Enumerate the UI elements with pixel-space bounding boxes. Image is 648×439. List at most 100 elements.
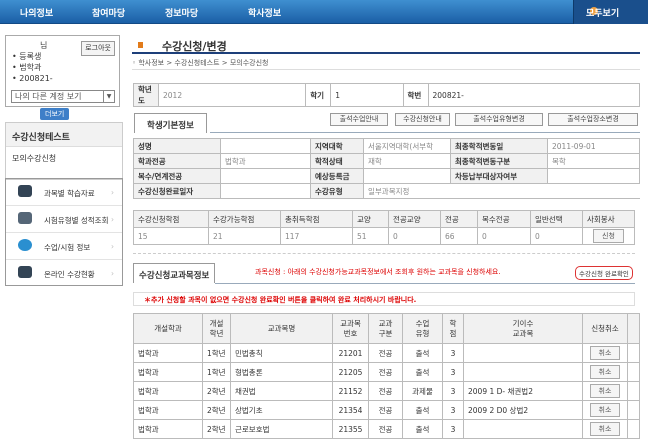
course-header: 학점 <box>442 313 464 344</box>
tab-divider <box>210 132 640 133</box>
course-cell: 3 <box>442 362 464 382</box>
info-value <box>547 168 640 184</box>
button-registration-guide[interactable]: 수강신청안내 <box>395 113 450 126</box>
term-table: 학년도 2012 학기 1 학번 200821- <box>133 83 640 107</box>
info-row: 학과전공 법학과 학적상태 재학 최종학적변동구분 복학 <box>133 153 640 169</box>
course-row: 법학과 1학년 형법총론 21205 전공 출석 3 취소 <box>133 362 640 382</box>
course-cell: 과제물 <box>402 381 443 401</box>
course-row: 법학과 2학년 채권법 21152 전공 과제물 3 2009 1 D- 채권법2 취소 <box>133 381 640 401</box>
chevron-down-icon: ▼ <box>103 91 114 102</box>
menu-online-status[interactable]: 온라인 수강현황 › <box>6 260 122 287</box>
course-cell: 전공 <box>368 362 403 382</box>
account-select[interactable]: 나의 다른 계정 보기 ▼ <box>11 90 115 103</box>
info-label: 수강신청완료일자 <box>133 183 221 199</box>
credit-header: 사회봉사 <box>582 210 635 228</box>
credit-header: 복수전공 <box>477 210 531 228</box>
course-header: 교과목명 <box>230 313 333 344</box>
course-cell: 전공 <box>368 381 403 401</box>
student-info-table: 성명 지역대학 서울지역대학(서부학 최종학적변동일 2011-09-01 학과전공 법학과… <box>133 138 640 199</box>
nav-info[interactable]: 정보마당 <box>165 6 198 19</box>
cancel-cell: 취소 <box>582 362 628 382</box>
view-all-label: 모두보기 <box>586 9 620 19</box>
course-header: 교과 구분 <box>368 313 403 344</box>
credit-header: 수강가능학점 <box>208 210 281 228</box>
course-cell: 2학년 <box>202 381 231 401</box>
course-cell: 3 <box>442 381 464 401</box>
course-row: 법학과 2학년 근로보호법 21355 전공 출석 3 취소 <box>133 419 640 439</box>
course-cell: 출석 <box>402 362 443 382</box>
info-label: 학적상태 <box>310 153 364 169</box>
info-row: 성명 지역대학 서울지역대학(서부학 최종학적변동일 2011-09-01 <box>133 138 640 154</box>
course-cell <box>463 362 583 382</box>
course-cell: 2학년 <box>202 419 231 439</box>
id-value: 200821- <box>427 83 640 107</box>
tab-course-info[interactable]: 수강신청교과목정보 <box>133 263 216 283</box>
cancel-cell: 취소 <box>582 400 628 420</box>
login-box: 님 로그아웃 • 등록생 • 법학과 • 200821- 나의 다른 계정 보기… <box>5 35 120 107</box>
cancel-cell: 취소 <box>582 381 628 401</box>
side-menu: 과목별 학습자료 › 시험유형별 성적조회 › 수업/시험 정보 › 온라인 수강현황… <box>5 178 123 286</box>
info-row: 복수/연계전공 예상등록금 차등납부대상자여부 <box>133 168 640 184</box>
course-header: 교과목 번호 <box>332 313 369 344</box>
menu-class-info[interactable]: 수업/시험 정보 › <box>6 233 122 260</box>
course-cell: 1학년 <box>202 362 231 382</box>
more-button[interactable]: 더보기 <box>40 108 70 120</box>
credit-header: 전공 <box>440 210 478 228</box>
side-item-mock-registration[interactable]: 모의수강신청 <box>6 147 122 170</box>
spacer-cell <box>627 343 640 363</box>
page-title: 수강신청/변경 <box>132 38 640 54</box>
course-cell: 3 <box>442 400 464 420</box>
info-value: 복학 <box>547 153 640 169</box>
course-cell: 전공 <box>368 419 403 439</box>
nav-academic[interactable]: 학사정보 <box>248 6 281 19</box>
cancel-button[interactable]: 취소 <box>589 384 621 398</box>
cancel-button[interactable]: 취소 <box>589 403 621 417</box>
volunteer-cell: 신청 <box>582 227 635 245</box>
info-value: 재학 <box>363 153 451 169</box>
apply-volunteer-button[interactable]: 신청 <box>593 229 624 243</box>
cancel-button[interactable]: 취소 <box>589 422 621 436</box>
course-header: 개설학과 <box>133 313 203 344</box>
tab-basic-info[interactable]: 학생기본정보 <box>134 113 207 133</box>
course-cell: 21354 <box>332 400 369 420</box>
breadcrumb: ◦ 학사정보 > 수강신청테스트 > 모의수강신청 <box>132 56 640 70</box>
info-label <box>450 183 548 199</box>
confirm-completion-button[interactable]: 수강신청 완료확인 <box>575 266 633 280</box>
spacer-cell <box>627 400 640 420</box>
course-cell: 법학과 <box>133 381 203 401</box>
button-attendance-guide[interactable]: 출석수업안내 <box>330 113 388 126</box>
menu-course-materials[interactable]: 과목별 학습자료 › <box>6 179 122 206</box>
course-cell: 법학과 <box>133 362 203 382</box>
view-all-button[interactable]: 모두보기 <box>573 0 648 24</box>
menu-grades[interactable]: 시험유형별 성적조회 › <box>6 206 122 233</box>
info-value: 법학과 <box>220 153 311 169</box>
course-cell: 3 <box>442 343 464 363</box>
logout-button[interactable]: 로그아웃 <box>81 41 115 56</box>
course-cell: 근로보호법 <box>230 419 333 439</box>
info-label: 차등납부대상자여부 <box>450 168 548 184</box>
graduation-cap-icon <box>18 185 32 197</box>
course-cell <box>463 419 583 439</box>
info-label: 지역대학 <box>310 138 364 154</box>
info-label: 예상등록금 <box>310 168 364 184</box>
course-header: 신청취소 <box>582 313 628 344</box>
nav-my-info[interactable]: 나의정보 <box>20 6 53 19</box>
button-change-location[interactable]: 출석수업장소변경 <box>548 113 638 126</box>
headset-icon <box>18 239 32 251</box>
course-cell: 출석 <box>402 343 443 363</box>
info-value <box>220 138 311 154</box>
divider <box>133 253 635 254</box>
cancel-button[interactable]: 취소 <box>589 346 621 360</box>
button-change-type[interactable]: 출석수업유형변경 <box>455 113 543 126</box>
cancel-button[interactable]: 취소 <box>589 365 621 379</box>
info-value: 2011-09-01 <box>547 138 640 154</box>
course-cell: 21205 <box>332 362 369 382</box>
course-row: 법학과 1학년 민법총칙 21201 전공 출석 3 취소 <box>133 343 640 363</box>
tab-divider-2 <box>215 283 635 284</box>
info-label: 수강유형 <box>310 183 364 199</box>
credit-value: 0 <box>388 227 441 245</box>
course-cell: 3 <box>442 419 464 439</box>
course-cell: 2009 2 D0 상법2 <box>463 400 583 420</box>
course-table: 개설학과 개설 학년 교과목명 교과목 번호 교과 구분 수업 유형 학점 기이수 교과목 신청… <box>133 313 640 439</box>
nav-community[interactable]: 참여마당 <box>92 6 125 19</box>
